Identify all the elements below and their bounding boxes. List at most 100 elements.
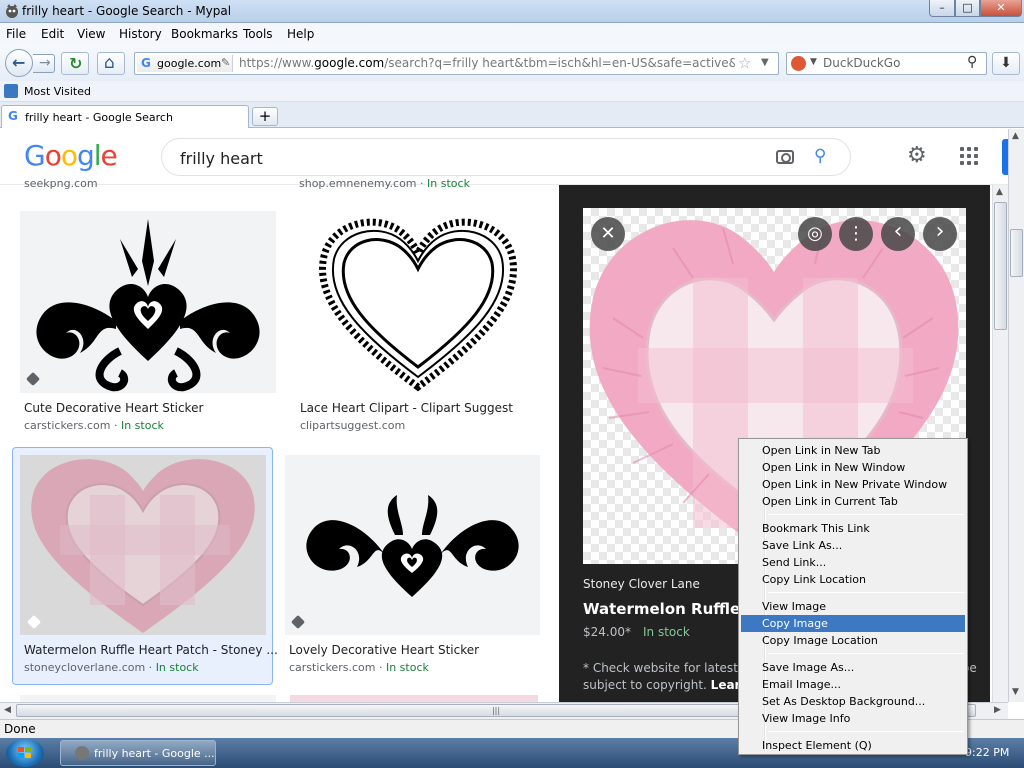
- menu-history[interactable]: History: [119, 27, 162, 41]
- taskbar-mypal-window[interactable]: frilly heart - Google ...: [60, 740, 216, 766]
- menu-item-save-link-as[interactable]: Save Link As...: [741, 537, 965, 554]
- camera-icon[interactable]: [776, 150, 794, 164]
- google-favicon-icon: G: [8, 109, 18, 123]
- logo-letter: e: [100, 139, 118, 172]
- preview-source[interactable]: Stoney Clover Lane: [583, 577, 700, 591]
- apps-grid-icon[interactable]: [960, 147, 978, 165]
- close-preview-button[interactable]: ✕: [591, 217, 625, 251]
- logo-letter: o: [44, 139, 62, 172]
- menu-item-bookmark-link[interactable]: Bookmark This Link: [741, 520, 965, 537]
- menu-bookmarks[interactable]: Bookmarks: [171, 27, 238, 41]
- result-thumbnail-peek[interactable]: [290, 695, 538, 702]
- scroll-thumb[interactable]: [1010, 229, 1023, 277]
- result-caption[interactable]: Lovely Decorative Heart Sticker: [289, 643, 479, 657]
- bookmark-most-visited[interactable]: Most Visited: [24, 85, 91, 98]
- stock-text: In stock: [427, 177, 470, 190]
- menu-item-copy-image-location[interactable]: Copy Image Location: [741, 632, 965, 649]
- result-caption[interactable]: Cute Decorative Heart Sticker: [24, 401, 203, 415]
- menu-separator: [768, 514, 964, 515]
- menu-item-open-link-current-tab[interactable]: Open Link in Current Tab: [741, 493, 965, 510]
- page-scrollbar-inner[interactable]: ▲: [992, 185, 1008, 702]
- stock-text: In stock: [643, 625, 690, 639]
- url-path: /search?q=frilly heart&tbm=isch&hl=en-US…: [384, 56, 735, 70]
- start-button[interactable]: [6, 739, 44, 767]
- scroll-left-arrow-icon[interactable]: ◀: [4, 705, 11, 715]
- maximize-button[interactable]: □: [955, 0, 980, 17]
- scroll-up-arrow-icon[interactable]: ▲: [1012, 131, 1019, 141]
- menu-item-email-image[interactable]: Email Image...: [741, 676, 965, 693]
- url-history-dropdown-icon[interactable]: ▼: [761, 57, 769, 68]
- next-image-button[interactable]: ›: [923, 217, 957, 251]
- google-logo[interactable]: Google: [24, 139, 118, 172]
- edit-icon: ✎: [221, 56, 231, 69]
- menu-edit[interactable]: Edit: [41, 27, 64, 41]
- menu-item-set-desktop-background[interactable]: Set As Desktop Background...: [741, 693, 965, 710]
- gear-icon[interactable]: ⚙: [907, 143, 927, 168]
- menu-file[interactable]: File: [6, 27, 26, 41]
- forward-button[interactable]: →: [33, 54, 55, 73]
- minimize-button[interactable]: –: [929, 0, 955, 17]
- search-icon[interactable]: ⚲: [814, 146, 826, 166]
- site-identity-button[interactable]: G google.com ✎: [137, 55, 233, 72]
- menu-help[interactable]: Help: [287, 27, 314, 41]
- stock-text: In stock: [385, 661, 429, 674]
- menu-item-inspect-element[interactable]: Inspect Element (Q): [741, 737, 965, 754]
- menu-item-copy-link-location[interactable]: Copy Link Location: [741, 571, 965, 588]
- result-caption[interactable]: Watermelon Ruffle Heart Patch - Stoney .…: [24, 643, 278, 657]
- search-bar[interactable]: ▼ DuckDuckGo ⚲: [786, 52, 987, 75]
- menu-item-open-link-private-window[interactable]: Open Link in New Private Window: [741, 476, 965, 493]
- result-source: clipartsuggest.com: [300, 419, 405, 432]
- menu-item-view-image-info[interactable]: View Image Info: [741, 710, 965, 727]
- scroll-up-arrow-icon[interactable]: ▲: [996, 187, 1003, 197]
- url-text[interactable]: https://www.google.com/search?q=frilly h…: [239, 56, 735, 70]
- menu-item-open-link-new-tab[interactable]: Open Link in New Tab: [741, 442, 965, 459]
- search-engine-dropdown-icon[interactable]: ▼: [810, 57, 817, 67]
- context-menu: Open Link in New Tab Open Link in New Wi…: [738, 438, 968, 755]
- url-bar[interactable]: G google.com ✎ https://www.google.com/se…: [134, 52, 779, 75]
- source-text: seekpng.com: [24, 177, 98, 190]
- close-button[interactable]: ✕: [980, 0, 1022, 17]
- menu-view[interactable]: View: [77, 27, 105, 41]
- scroll-thumb[interactable]: [994, 202, 1007, 330]
- system-clock[interactable]: 9:22 PM: [965, 746, 1009, 759]
- back-button[interactable]: ←: [5, 49, 33, 77]
- menu-item-open-link-new-window[interactable]: Open Link in New Window: [741, 459, 965, 476]
- new-tab-button[interactable]: +: [252, 107, 278, 126]
- source-text: shop.emnenemy.com: [299, 177, 417, 190]
- status-text: Done: [4, 722, 36, 736]
- result-thumbnail-peek[interactable]: [20, 695, 276, 702]
- result-source: carstickers.com · In stock: [289, 661, 429, 674]
- duckduckgo-icon[interactable]: [791, 56, 806, 71]
- reload-button[interactable]: ↻: [61, 52, 89, 75]
- result-thumbnail[interactable]: [20, 211, 276, 393]
- price-text: $24.00*: [583, 625, 631, 639]
- result-thumbnail[interactable]: [285, 455, 540, 635]
- result-source-cut: shop.emnenemy.com · In stock: [299, 177, 470, 190]
- stock-text: In stock: [155, 661, 199, 674]
- home-button[interactable]: ⌂: [97, 52, 125, 75]
- window-vertical-scrollbar[interactable]: ▲ ▼: [1008, 129, 1024, 702]
- stock-text: In stock: [120, 419, 164, 432]
- tab-bar: G frilly heart - Google Search +: [0, 102, 1024, 128]
- more-options-icon[interactable]: ⋮: [839, 217, 873, 251]
- search-query[interactable]: frilly heart: [180, 149, 263, 168]
- google-search-box[interactable]: frilly heart ⚲: [161, 138, 851, 176]
- lens-icon[interactable]: ◎: [798, 217, 832, 251]
- menu-tools[interactable]: Tools: [243, 27, 273, 41]
- scroll-down-arrow-icon[interactable]: ▼: [1012, 687, 1019, 697]
- source-text: carstickers.com: [289, 661, 376, 674]
- scroll-right-arrow-icon[interactable]: ▶: [994, 705, 1001, 715]
- menu-item-copy-image[interactable]: Copy Image: [741, 615, 965, 632]
- download-button[interactable]: ⬇: [992, 52, 1020, 75]
- tab-google-search[interactable]: G frilly heart - Google Search: [1, 105, 249, 128]
- previous-image-button[interactable]: ‹: [881, 217, 915, 251]
- menu-bar: File Edit View History Bookmarks Tools H…: [0, 23, 1024, 45]
- menu-item-save-image-as[interactable]: Save Image As...: [741, 659, 965, 676]
- menu-item-view-image[interactable]: View Image: [741, 598, 965, 615]
- result-thumbnail[interactable]: [20, 455, 266, 635]
- result-caption[interactable]: Lace Heart Clipart - Clipart Suggest: [300, 401, 513, 415]
- result-thumbnail[interactable]: [296, 211, 540, 393]
- bookmark-star-icon[interactable]: ☆: [738, 54, 751, 72]
- menu-item-send-link[interactable]: Send Link...: [741, 554, 965, 571]
- search-icon[interactable]: ⚲: [967, 54, 977, 70]
